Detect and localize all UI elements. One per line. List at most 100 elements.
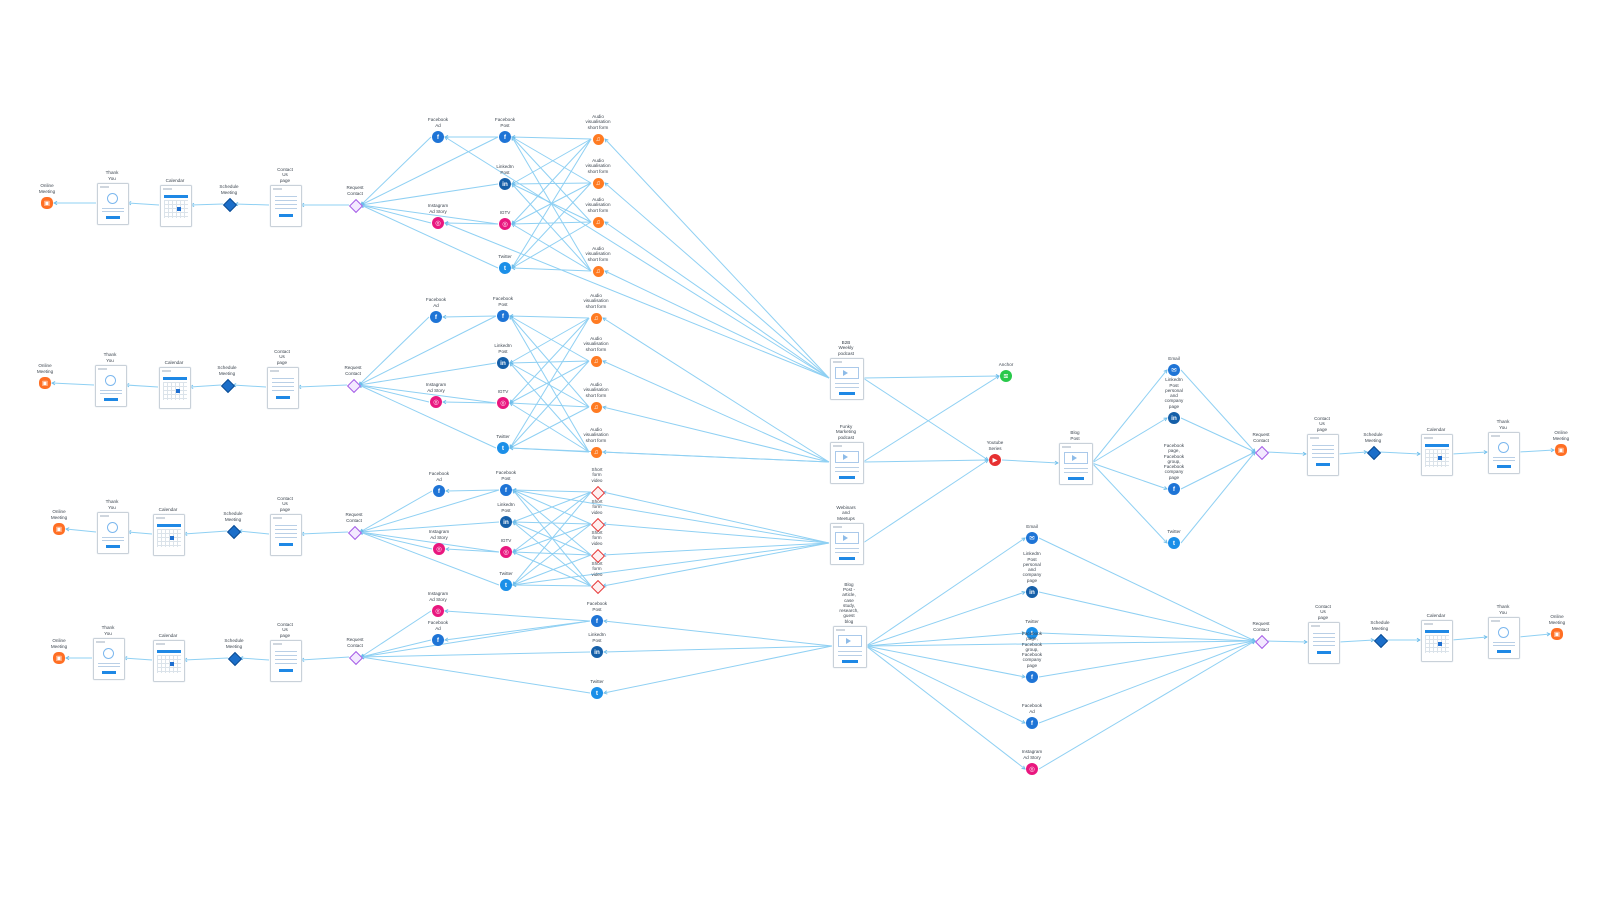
edge-r4_fbp-r4_igad — [444, 610, 591, 622]
edge-r1_a1-r1_fbp — [511, 136, 592, 140]
page-thumbnail-icon — [153, 514, 185, 556]
node-label: IGTV — [499, 209, 511, 215]
node-label: Twitter — [496, 433, 510, 439]
node-label: Facebook Ad — [425, 297, 447, 308]
edge-u_cu-u_sch — [1337, 451, 1368, 455]
edge-r4_fbp-r4_fbad — [444, 620, 591, 641]
node-label: Short form video — [591, 467, 603, 483]
node-label: IGTV — [497, 388, 509, 394]
edge-blog_long-l_rc — [865, 640, 1256, 647]
edge-webinar-r3_s1 — [602, 491, 830, 544]
edge-u_sch-u_cal — [1378, 451, 1421, 455]
edge-r1_sch-r1_cal — [190, 203, 224, 206]
edge-l_cu-l_sch — [1338, 639, 1375, 643]
node-label: Calendar — [164, 359, 184, 365]
edge-r2_fbp-r2_fbad — [442, 315, 497, 318]
node-label: Calendar — [158, 506, 178, 512]
edge-r1_a3-r1_fbp — [511, 136, 592, 223]
node-label: Online Meeting — [36, 363, 54, 374]
edge-r3_rc-r3_cu — [300, 531, 349, 535]
edge-u_cal-u_ty — [1451, 451, 1488, 455]
edge-pod_funky-yt — [862, 459, 989, 463]
node-label: IGTV — [500, 537, 512, 543]
node-label: Instagram Ad Story — [1021, 749, 1043, 760]
node-label: LinkedIn Post — [496, 164, 514, 175]
linkedin-icon: in — [1026, 586, 1038, 598]
page-thumbnail-icon — [270, 185, 302, 227]
edge-pod_funky-r2_a2 — [602, 360, 830, 463]
page-thumbnail-icon — [1059, 443, 1093, 485]
facebook-icon: f — [432, 634, 444, 646]
edge-blog_long-l_email — [865, 537, 1026, 647]
edge-r3_sch-r3_cal — [183, 530, 228, 535]
instagram-icon: ◎ — [497, 397, 509, 409]
edge-blog_long-l_igad — [865, 645, 1026, 770]
edge-r2_fbad-r2_rc — [358, 316, 430, 386]
node-label: Instagram Ad Story — [425, 382, 447, 393]
edge-webinar-r3_tw — [512, 542, 830, 586]
edge-r3_s2-r3_fbp — [512, 489, 592, 525]
page-thumbnail-icon — [267, 367, 299, 409]
audio-icon: ♫ — [592, 177, 604, 189]
edge-r3_cal-r3_ty — [127, 531, 153, 535]
facebook-icon: f — [1026, 717, 1038, 729]
page-thumbnail-icon — [97, 183, 129, 225]
edge-blog-u_email — [1091, 369, 1168, 464]
audio-icon: ♫ — [590, 446, 602, 458]
video-meeting-icon: ▣ — [1555, 444, 1567, 456]
facebook-icon: f — [432, 131, 444, 143]
node-label: Audio visualisation short form — [585, 197, 611, 213]
node-label: Online Meeting — [38, 183, 56, 194]
edge-r3_cu-r3_sch — [238, 530, 270, 535]
edge-r2_ty-r2_mtg — [51, 382, 95, 386]
node-label: Schedule Meeting — [1370, 620, 1390, 631]
node-label: Instagram Ad Story — [427, 203, 449, 214]
edge-webinar-r3_s2 — [602, 523, 830, 544]
youtube-icon: ▶ — [989, 454, 1001, 466]
edge-r4_cal-r4_ty — [123, 657, 153, 661]
video-meeting-icon: ▣ — [53, 523, 65, 535]
edge-r2_a4-r2_li — [509, 362, 590, 453]
node-label: Thank You — [1496, 604, 1510, 615]
edge-blog-u_tw — [1091, 462, 1168, 544]
linkedin-icon: in — [497, 357, 509, 369]
node-label: B2B Weekly podcast — [837, 340, 855, 356]
edge-u_tw-u_rc — [1180, 451, 1256, 544]
node-label: Thank You — [105, 499, 119, 510]
edge-r3_fbp-r3_fbad — [445, 489, 500, 492]
page-thumbnail-icon — [159, 367, 191, 409]
facebook-icon: f — [1026, 671, 1038, 683]
edge-r4_igad-r4_rc — [360, 610, 432, 658]
page-thumbnail-icon — [830, 442, 864, 484]
node-label: LinkedIn Post personal and company page — [1022, 551, 1042, 583]
node-label: Schedule Meeting — [224, 638, 244, 649]
page-thumbnail-icon — [1307, 434, 1339, 476]
edge-r2_igad-r2_rc — [358, 384, 430, 403]
node-label: Short form video — [591, 499, 603, 515]
edge-l_fbad-l_rc — [1038, 640, 1256, 724]
twitter-icon: t — [499, 262, 511, 274]
edge-r2_a3-r2_igtv — [509, 402, 590, 408]
edge-r1_a1-r1_igtv — [511, 138, 592, 225]
edge-r2_rc-r2_cu — [297, 384, 348, 388]
facebook-icon: f — [500, 484, 512, 496]
edge-r1_a3-r1_tw — [511, 221, 592, 269]
audio-icon: ♫ — [592, 265, 604, 277]
edge-r2_a1-r2_tw — [509, 317, 590, 449]
node-label: Audio visualisation short form — [583, 336, 609, 352]
edge-webinar-yt — [862, 459, 989, 544]
node-label: Audio visualisation short form — [583, 293, 609, 309]
node-label: Twitter — [1025, 618, 1039, 624]
node-label: Funky Marketing podcast — [835, 424, 857, 440]
node-label: LinkedIn Post — [588, 632, 606, 643]
node-label: Short form video — [591, 561, 603, 577]
edge-blog-u_li — [1091, 417, 1168, 464]
page-thumbnail-icon — [97, 512, 129, 554]
edge-r2_a2-r2_igtv — [509, 360, 590, 404]
instagram-icon: ◎ — [1026, 763, 1038, 775]
node-label: Facebook Ad — [428, 471, 450, 482]
node-label: Audio visualisation short form — [585, 246, 611, 262]
page-thumbnail-icon — [153, 640, 185, 682]
node-label: Contact Us page — [277, 167, 293, 183]
node-label: Twitter — [499, 570, 513, 576]
